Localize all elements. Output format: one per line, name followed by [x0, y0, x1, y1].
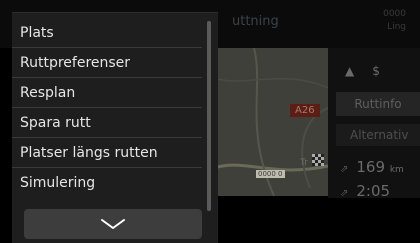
distance-unit: km [389, 165, 404, 175]
background-title: uttning [232, 14, 279, 29]
alternativ-button[interactable]: Alternativ [336, 124, 420, 146]
menu-item-resplan[interactable]: Resplan [12, 78, 202, 108]
menu-item-spara-rutt[interactable]: Spara rutt [12, 108, 202, 138]
scrollbar-thumb[interactable] [207, 21, 211, 211]
car-icon: ▲ [345, 64, 355, 78]
time-value: 2:05 [356, 182, 391, 200]
menu-scrollbar[interactable] [207, 21, 211, 211]
road-label: 0000 0 [256, 170, 285, 178]
destination-flag-icon [312, 154, 324, 166]
ruttinfo-button[interactable]: Ruttinfo [336, 92, 420, 116]
road-sign: A26 [290, 104, 320, 117]
dollar-icon: $ [372, 64, 380, 78]
menu-item-platser-langs-rutten[interactable]: Platser längs rutten [12, 138, 202, 168]
time-icon: ⇗ [340, 188, 349, 199]
chevron-down-icon [101, 219, 125, 229]
options-menu: Plats Ruttpreferenser Resplan Spara rutt… [12, 12, 218, 243]
route-time: ⇗ 2:05 [340, 182, 390, 200]
menu-item-simulering[interactable]: Simulering [12, 168, 202, 198]
distance-value: 169 [356, 158, 386, 176]
menu-item-plats[interactable]: Plats [12, 18, 202, 48]
show-more-button[interactable] [24, 209, 202, 239]
town-label: Tr [300, 158, 308, 168]
route-type-icons: ▲ $ [345, 64, 398, 78]
status-line-1: 0000 [383, 9, 406, 19]
route-distance: ⇗ 169 km [340, 158, 404, 176]
status-line-2: Ling [387, 22, 406, 32]
menu-item-ruttpreferenser[interactable]: Ruttpreferenser [12, 48, 202, 78]
distance-icon: ⇗ [340, 164, 349, 175]
background-status: 0000 Ling [383, 8, 406, 34]
